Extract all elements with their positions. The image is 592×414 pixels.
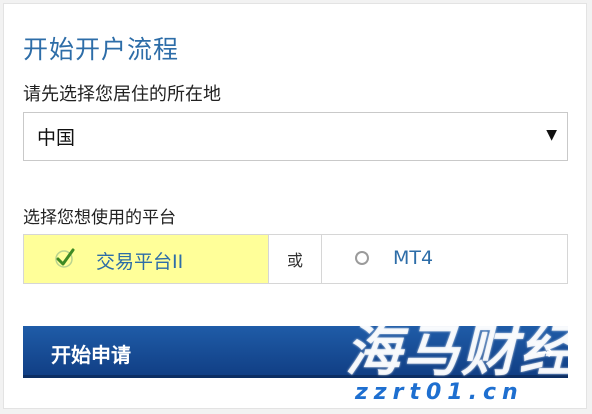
- watermark-logo: 海马财经: [345, 319, 577, 384]
- dropdown-arrow-icon: ▼: [546, 127, 557, 143]
- platform-option-label: MT4: [393, 247, 434, 269]
- watermark-url: zzrt01.cn: [355, 380, 524, 405]
- or-separator: 或: [269, 235, 322, 283]
- check-icon: [55, 248, 75, 268]
- platform-label: 选择您想使用的平台: [23, 208, 176, 228]
- start-button-label: 开始申请: [51, 343, 131, 367]
- residence-label: 请先选择您居住的所在地: [23, 84, 221, 105]
- platform-option-trading-platform-ii[interactable]: 交易平台II: [24, 235, 269, 283]
- platform-option-label: 交易平台II: [96, 251, 184, 273]
- platform-options: 交易平台II 或 MT4: [23, 234, 568, 284]
- page-title: 开始开户流程: [23, 35, 180, 64]
- residence-selected-value: 中国: [37, 127, 76, 149]
- radio-unchecked-icon[interactable]: [355, 251, 369, 265]
- platform-option-mt4[interactable]: MT4: [322, 235, 567, 283]
- residence-select[interactable]: 中国 ▼: [23, 112, 568, 161]
